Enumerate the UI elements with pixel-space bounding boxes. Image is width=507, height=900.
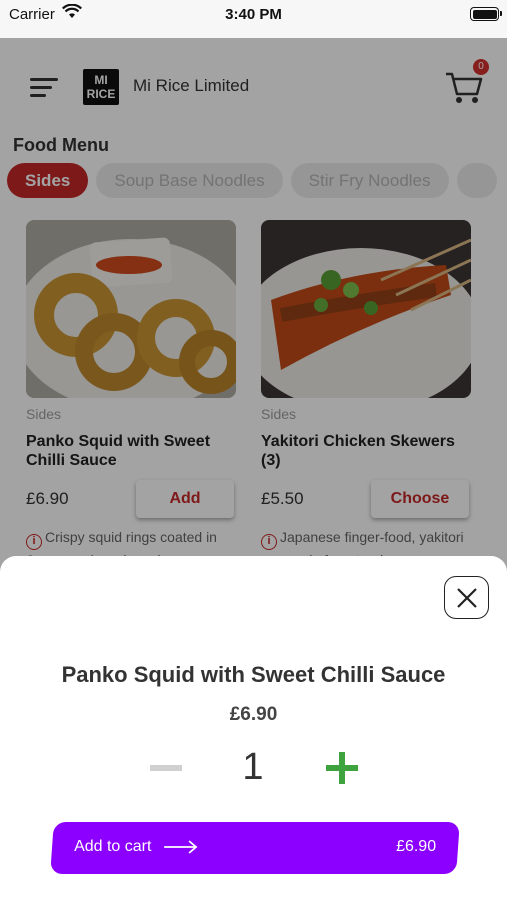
add-item-sheet: Panko Squid with Sweet Chilli Sauce £6.9… xyxy=(0,556,507,900)
arrow-right-icon xyxy=(164,840,198,854)
add-to-cart-label: Add to cart xyxy=(74,838,152,855)
quantity-value: 1 xyxy=(242,746,264,788)
close-button[interactable] xyxy=(444,576,489,619)
close-icon xyxy=(457,588,477,608)
clock: 3:40 PM xyxy=(225,6,282,23)
add-to-cart-total: £6.90 xyxy=(396,838,437,855)
sheet-product-name: Panko Squid with Sweet Chilli Sauce xyxy=(61,662,446,687)
battery-icon xyxy=(470,7,502,21)
sheet-product-price: £6.90 xyxy=(229,704,278,725)
decrease-quantity-button[interactable] xyxy=(150,765,182,771)
increase-quantity-button[interactable] xyxy=(326,752,358,784)
status-bar: Carrier 3:40 PM xyxy=(0,0,507,38)
add-to-cart-button[interactable]: Add to cart £6.90 xyxy=(50,822,460,874)
